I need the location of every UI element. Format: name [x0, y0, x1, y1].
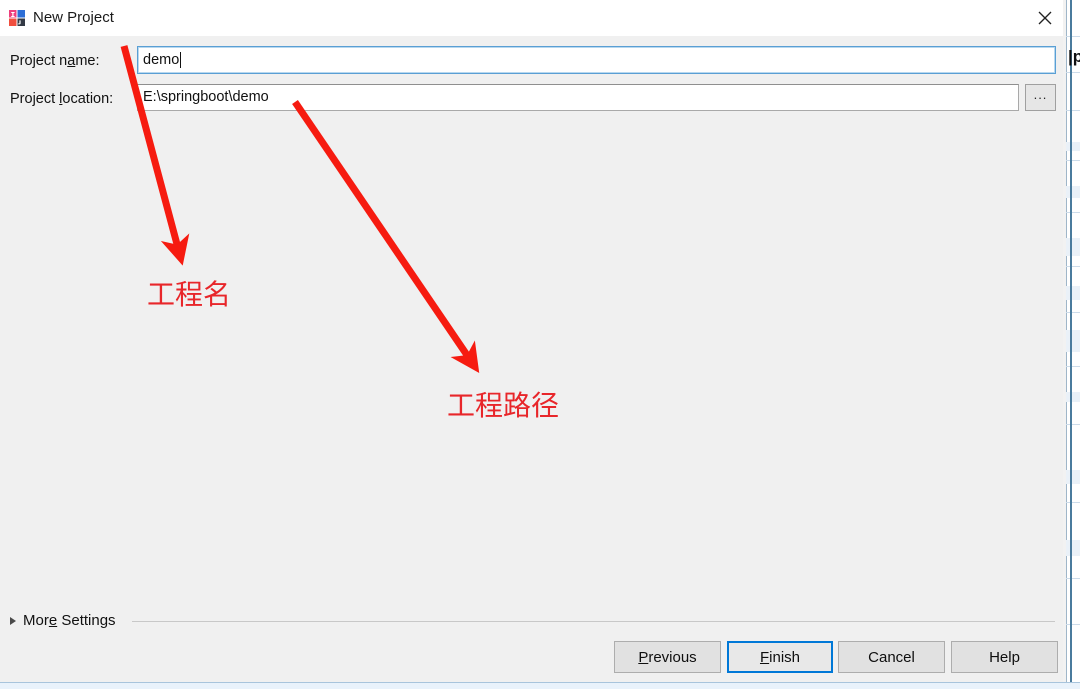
background-row-band — [1066, 186, 1080, 198]
project-location-input[interactable]: E:\springboot\demo — [137, 84, 1019, 111]
project-location-label-pre: Project — [10, 91, 60, 107]
dialog-title: New Project — [33, 9, 114, 26]
previous-button-label: revious — [648, 648, 697, 666]
background-row-line — [1066, 266, 1080, 267]
background-editor-text: |p — [1068, 47, 1080, 66]
background-row-line — [1066, 110, 1080, 111]
more-settings-label-pre: Mor — [23, 612, 49, 629]
finish-button-mnemonic: F — [759, 648, 770, 666]
more-settings-label: More Settings — [23, 612, 116, 630]
help-button-label: Help — [989, 648, 1020, 666]
background-row-line — [1066, 72, 1080, 73]
previous-button-mnemonic: P — [638, 648, 649, 666]
background-row-band — [1066, 392, 1080, 402]
background-row-line — [1066, 160, 1080, 161]
help-button[interactable]: Help — [951, 641, 1058, 673]
background-row-line — [1066, 212, 1080, 213]
more-settings-toggle[interactable]: More Settings — [10, 612, 116, 630]
dialog-title-bar: New Project — [0, 0, 1063, 36]
background-row-line — [1066, 312, 1080, 313]
project-name-label: Project name: — [10, 52, 99, 70]
more-settings-label-post: Settings — [57, 612, 116, 629]
previous-button[interactable]: Previous — [614, 641, 721, 673]
dialog-button-bar: Previous Finish Cancel Help — [0, 633, 1063, 682]
section-divider — [132, 621, 1055, 622]
text-caret — [180, 52, 182, 68]
background-row-line — [1066, 424, 1080, 425]
project-name-label-pre: Project n — [10, 53, 68, 69]
background-row-line — [1066, 502, 1080, 503]
triangle-right-icon — [10, 617, 16, 625]
project-name-input[interactable]: demo — [137, 46, 1056, 74]
new-project-dialog: New Project Project name: demo Project l… — [0, 0, 1063, 682]
background-row-band — [1066, 286, 1080, 300]
cancel-button-label: Cancel — [868, 648, 915, 666]
background-row-band — [1066, 330, 1080, 352]
annotation-arrows — [120, 45, 480, 374]
intellij-idea-logo-icon — [9, 10, 25, 26]
project-name-label-post: me: — [75, 53, 100, 69]
background-row-line — [1066, 36, 1080, 37]
project-name-input-value: demo — [143, 51, 180, 68]
background-row-line — [1066, 578, 1080, 579]
browse-folder-button[interactable]: ... — [1025, 84, 1056, 111]
background-row-line — [1066, 624, 1080, 625]
background-editor-caret-line — [1070, 0, 1072, 688]
background-row-band — [1066, 142, 1080, 151]
project-location-label: Project location: — [10, 90, 113, 108]
arrow-to-project-name-annotation — [120, 45, 190, 266]
dialog-content: Project name: demo Project location: E:\… — [0, 36, 1063, 633]
background-row-band — [1066, 238, 1080, 256]
finish-button-label: inish — [769, 648, 801, 666]
project-location-annotation-text: 工程路径 — [447, 389, 560, 422]
background-row-band — [1066, 540, 1080, 556]
project-location-input-value: E:\springboot\demo — [143, 89, 269, 106]
cancel-button[interactable]: Cancel — [838, 641, 945, 673]
project-name-annotation-text: 工程名 — [147, 278, 232, 311]
background-row-line — [1066, 366, 1080, 367]
more-settings-label-mnemonic: e — [48, 612, 58, 629]
arrow-to-project-location-annotation — [292, 100, 480, 374]
finish-button[interactable]: Finish — [727, 641, 833, 673]
project-location-label-post: ocation: — [62, 91, 114, 107]
background-row-band — [1066, 470, 1080, 484]
close-icon[interactable] — [1026, 0, 1063, 36]
